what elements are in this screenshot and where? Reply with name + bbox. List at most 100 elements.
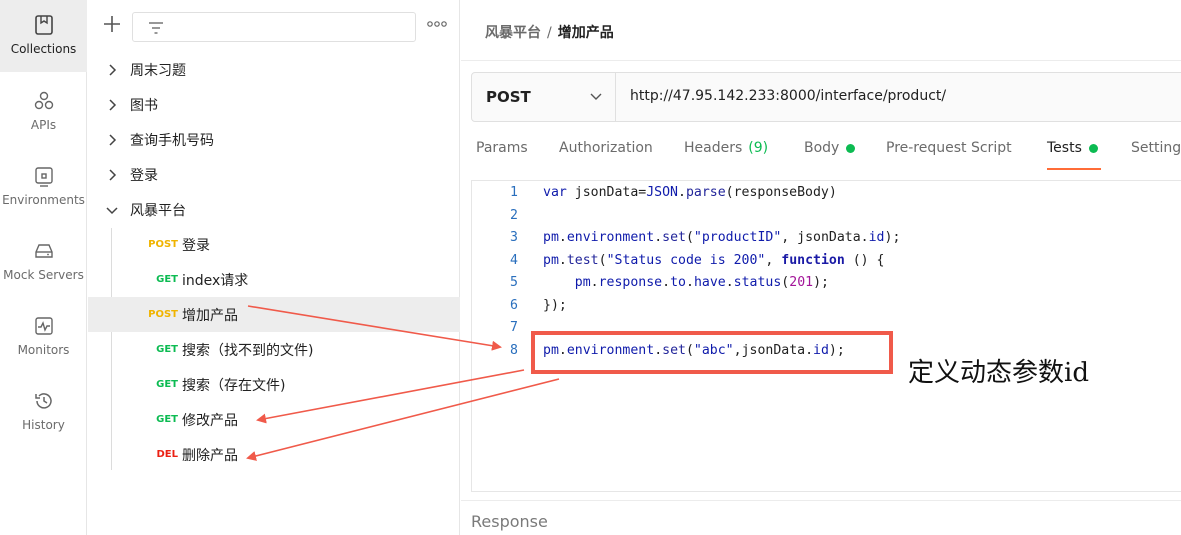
- tab-body[interactable]: Body: [804, 140, 856, 156]
- response-label[interactable]: Response: [471, 512, 548, 531]
- rail-label: Mock Servers: [3, 268, 84, 282]
- request-label: index请求: [182, 272, 249, 289]
- folder-item[interactable]: 周末习题: [88, 52, 460, 87]
- active-tab-indicator: [1047, 168, 1101, 170]
- method-select[interactable]: POST: [472, 73, 616, 121]
- method-badge: GET: [156, 274, 178, 285]
- status-dot: [1088, 143, 1098, 153]
- request-item[interactable]: GET index请求: [88, 262, 460, 297]
- line-number: 6: [510, 298, 518, 313]
- rail-monitors[interactable]: Monitors: [0, 301, 87, 373]
- line-number: 1: [510, 185, 518, 200]
- status-dot: [846, 143, 856, 153]
- url-bar: POST http://47.95.142.233:8000/interface…: [471, 72, 1181, 122]
- code-line: 5 pm.response.to.have.status(201);: [472, 275, 1181, 297]
- request-item[interactable]: GET 修改产品: [88, 402, 460, 437]
- response-divider: [461, 500, 1181, 501]
- request-label: 删除产品: [182, 447, 238, 464]
- request-label: 增加产品: [182, 307, 238, 324]
- filter-icon: [149, 22, 163, 34]
- folder-item-expanded[interactable]: 风暴平台: [88, 192, 460, 227]
- request-label: 搜索（存在文件): [182, 377, 286, 394]
- method-badge: GET: [156, 379, 178, 390]
- line-number: 4: [510, 253, 518, 268]
- collections-icon: [34, 15, 53, 35]
- tab-headers[interactable]: Headers (9): [684, 140, 768, 156]
- folder-label: 周末习题: [130, 62, 186, 79]
- rail-mock-servers[interactable]: Mock Servers: [0, 226, 87, 298]
- apis-icon: [34, 91, 53, 110]
- history-icon: [34, 393, 52, 409]
- rail-collections[interactable]: Collections: [0, 0, 87, 72]
- code-line: 2: [472, 208, 1181, 230]
- mock-servers-icon: [34, 244, 53, 258]
- folder-label: 风暴平台: [130, 202, 186, 219]
- breadcrumb-parent[interactable]: 风暴平台: [485, 25, 541, 41]
- tab-prerequest[interactable]: Pre-request Script: [886, 140, 1012, 156]
- environments-icon: [34, 167, 53, 187]
- rail-label: History: [22, 418, 65, 432]
- chevron-down-icon: [106, 206, 118, 214]
- line-number: 3: [510, 230, 518, 245]
- rail-label: Monitors: [17, 343, 70, 357]
- code-text: pm.response.to.have.status(201);: [574, 275, 829, 290]
- folder-label: 图书: [130, 97, 158, 114]
- tab-label: Authorization: [559, 140, 653, 156]
- request-item-selected[interactable]: POST 增加产品: [88, 297, 460, 332]
- rail-history[interactable]: History: [0, 376, 87, 448]
- chevron-down-icon: [590, 93, 602, 100]
- folder-item[interactable]: 登录: [88, 157, 460, 192]
- code-line: 4 pm.test("Status code is 200", function …: [472, 253, 1181, 275]
- tab-authorization[interactable]: Authorization: [559, 140, 653, 156]
- filter-input[interactable]: [132, 12, 416, 42]
- request-label: 搜索（找不到的文件): [182, 342, 314, 359]
- code-text: pm.test("Status code is 200", function (…: [543, 253, 885, 268]
- request-tabs: Params Authorization Headers (9) Body Pre…: [461, 140, 1181, 172]
- tab-tests[interactable]: Tests: [1047, 140, 1098, 156]
- request-item[interactable]: DEL 删除产品: [88, 437, 460, 472]
- rail-environments[interactable]: Environments: [0, 151, 87, 223]
- rail-apis[interactable]: APIs: [0, 76, 87, 148]
- request-panel: 风暴平台 / 增加产品 POST http://47.95.142.233:8000…: [461, 0, 1181, 535]
- code-line: 3 pm.environment.set("productID", jsonDat…: [472, 230, 1181, 252]
- folder-item[interactable]: 查询手机号码: [88, 122, 460, 157]
- request-label: 修改产品: [182, 412, 238, 429]
- tab-settings[interactable]: Setting: [1131, 140, 1181, 156]
- tab-label: Params: [476, 140, 528, 156]
- tab-label: Setting: [1131, 140, 1181, 156]
- request-label: 登录: [182, 237, 210, 254]
- folder-item[interactable]: 图书: [88, 87, 460, 122]
- chevron-right-icon: [109, 63, 117, 76]
- breadcrumb-current[interactable]: 增加产品: [558, 25, 614, 41]
- request-item[interactable]: GET 搜索（存在文件): [88, 367, 460, 402]
- method-badge: POST: [148, 239, 178, 250]
- line-number: 5: [510, 275, 518, 290]
- chevron-right-icon: [109, 133, 117, 146]
- tab-label: Headers: [684, 140, 743, 156]
- url-input[interactable]: http://47.95.142.233:8000/interface/prod…: [630, 88, 946, 104]
- header-divider: [461, 60, 1181, 61]
- annotation-text: 定义动态参数id: [908, 358, 1089, 388]
- code-text: pm.environment.set("productID", jsonData…: [543, 230, 901, 245]
- line-number: 2: [510, 208, 518, 223]
- rail-label: APIs: [30, 118, 57, 132]
- code-line: 6});: [472, 298, 1181, 320]
- rail-label: Environments: [2, 193, 85, 207]
- breadcrumb: 风暴平台 / 增加产品: [485, 22, 614, 42]
- breadcrumb-separator: /: [547, 25, 552, 41]
- request-item[interactable]: GET 搜索（找不到的文件): [88, 332, 460, 367]
- code-text: });: [543, 298, 567, 313]
- tab-label: Tests: [1047, 140, 1082, 156]
- rail-label: Collections: [10, 42, 77, 56]
- collections-tree: 周末习题 图书 查询手机号码 登录 风暴平台 POST 登录 GET index…: [88, 0, 460, 535]
- line-number: 7: [510, 320, 518, 335]
- tab-params[interactable]: Params: [476, 140, 528, 156]
- line-number: 8: [510, 343, 518, 358]
- chevron-right-icon: [109, 168, 117, 181]
- monitors-icon: [34, 317, 53, 335]
- more-options-icon[interactable]: [426, 18, 448, 30]
- method-badge: DEL: [156, 449, 178, 460]
- folder-label: 查询手机号码: [130, 132, 214, 149]
- request-item[interactable]: POST 登录: [88, 227, 460, 262]
- plus-icon[interactable]: [102, 14, 122, 34]
